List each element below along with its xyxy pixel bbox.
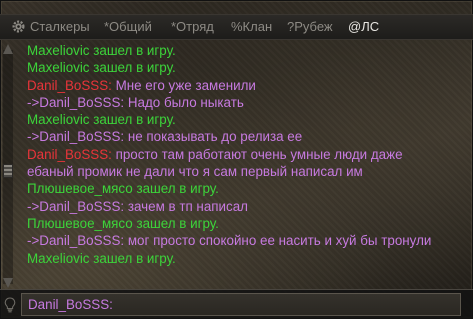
chat-message: ->Danil_BoSSS: не показывать до релиза е…	[27, 129, 303, 145]
tab-squad[interactable]: *Отряд	[171, 18, 214, 36]
chat-message: Плюшевое_мясо зашел в игру.	[27, 215, 219, 231]
chat-input-field[interactable]: Danil_BoSSS:	[21, 293, 461, 316]
chat-log: Maxeliovic зашел в игру. Maxeliovic заше…	[27, 42, 447, 285]
tab-general[interactable]: *Общий	[104, 18, 152, 36]
chat-message: ->Danil_BoSSS: мог просто спокойно ее на…	[27, 233, 432, 249]
chat-message: Danil_BoSSS: просто там работают очень у…	[27, 146, 447, 181]
message-sender[interactable]: Danil_BoSSS:	[27, 147, 112, 162]
chat-message: Maxeliovic зашел в игру.	[27, 60, 176, 76]
gear-icon[interactable]	[11, 19, 26, 34]
tab-frontier[interactable]: ?Рубеж	[287, 18, 333, 36]
chat-input-row: Danil_BoSSS:	[0, 289, 473, 319]
tab-private-messages[interactable]: @ЛС	[348, 18, 379, 36]
message-text: Мне его уже заменили	[111, 77, 256, 93]
chat-message: ->Danil_BoSSS: зачем в тп написал	[27, 198, 248, 214]
chat-message: Maxeliovic зашел в игру.	[27, 250, 176, 266]
scrollbar-thumb[interactable]	[3, 164, 13, 178]
chat-tab-bar: Сталкеры *Общий *Отряд %Клан ?Рубеж @ЛС	[0, 14, 473, 40]
chat-message: Плюшевое_мясо зашел в игру.	[27, 181, 219, 197]
chat-message: Maxeliovic зашел в игру.	[27, 112, 176, 128]
chat-message: ->Danil_BoSSS: Надо было ныкать	[27, 94, 244, 110]
lightbulb-icon[interactable]	[4, 297, 16, 313]
message-sender[interactable]: Danil_BoSSS:	[27, 78, 112, 93]
tab-stalkers[interactable]: Сталкеры	[30, 18, 90, 36]
tab-clan[interactable]: %Клан	[231, 18, 272, 36]
chat-message: Danil_BoSSS: Мне его уже заменили	[27, 77, 447, 94]
chat-message: Maxeliovic зашел в игру.	[27, 43, 176, 58]
